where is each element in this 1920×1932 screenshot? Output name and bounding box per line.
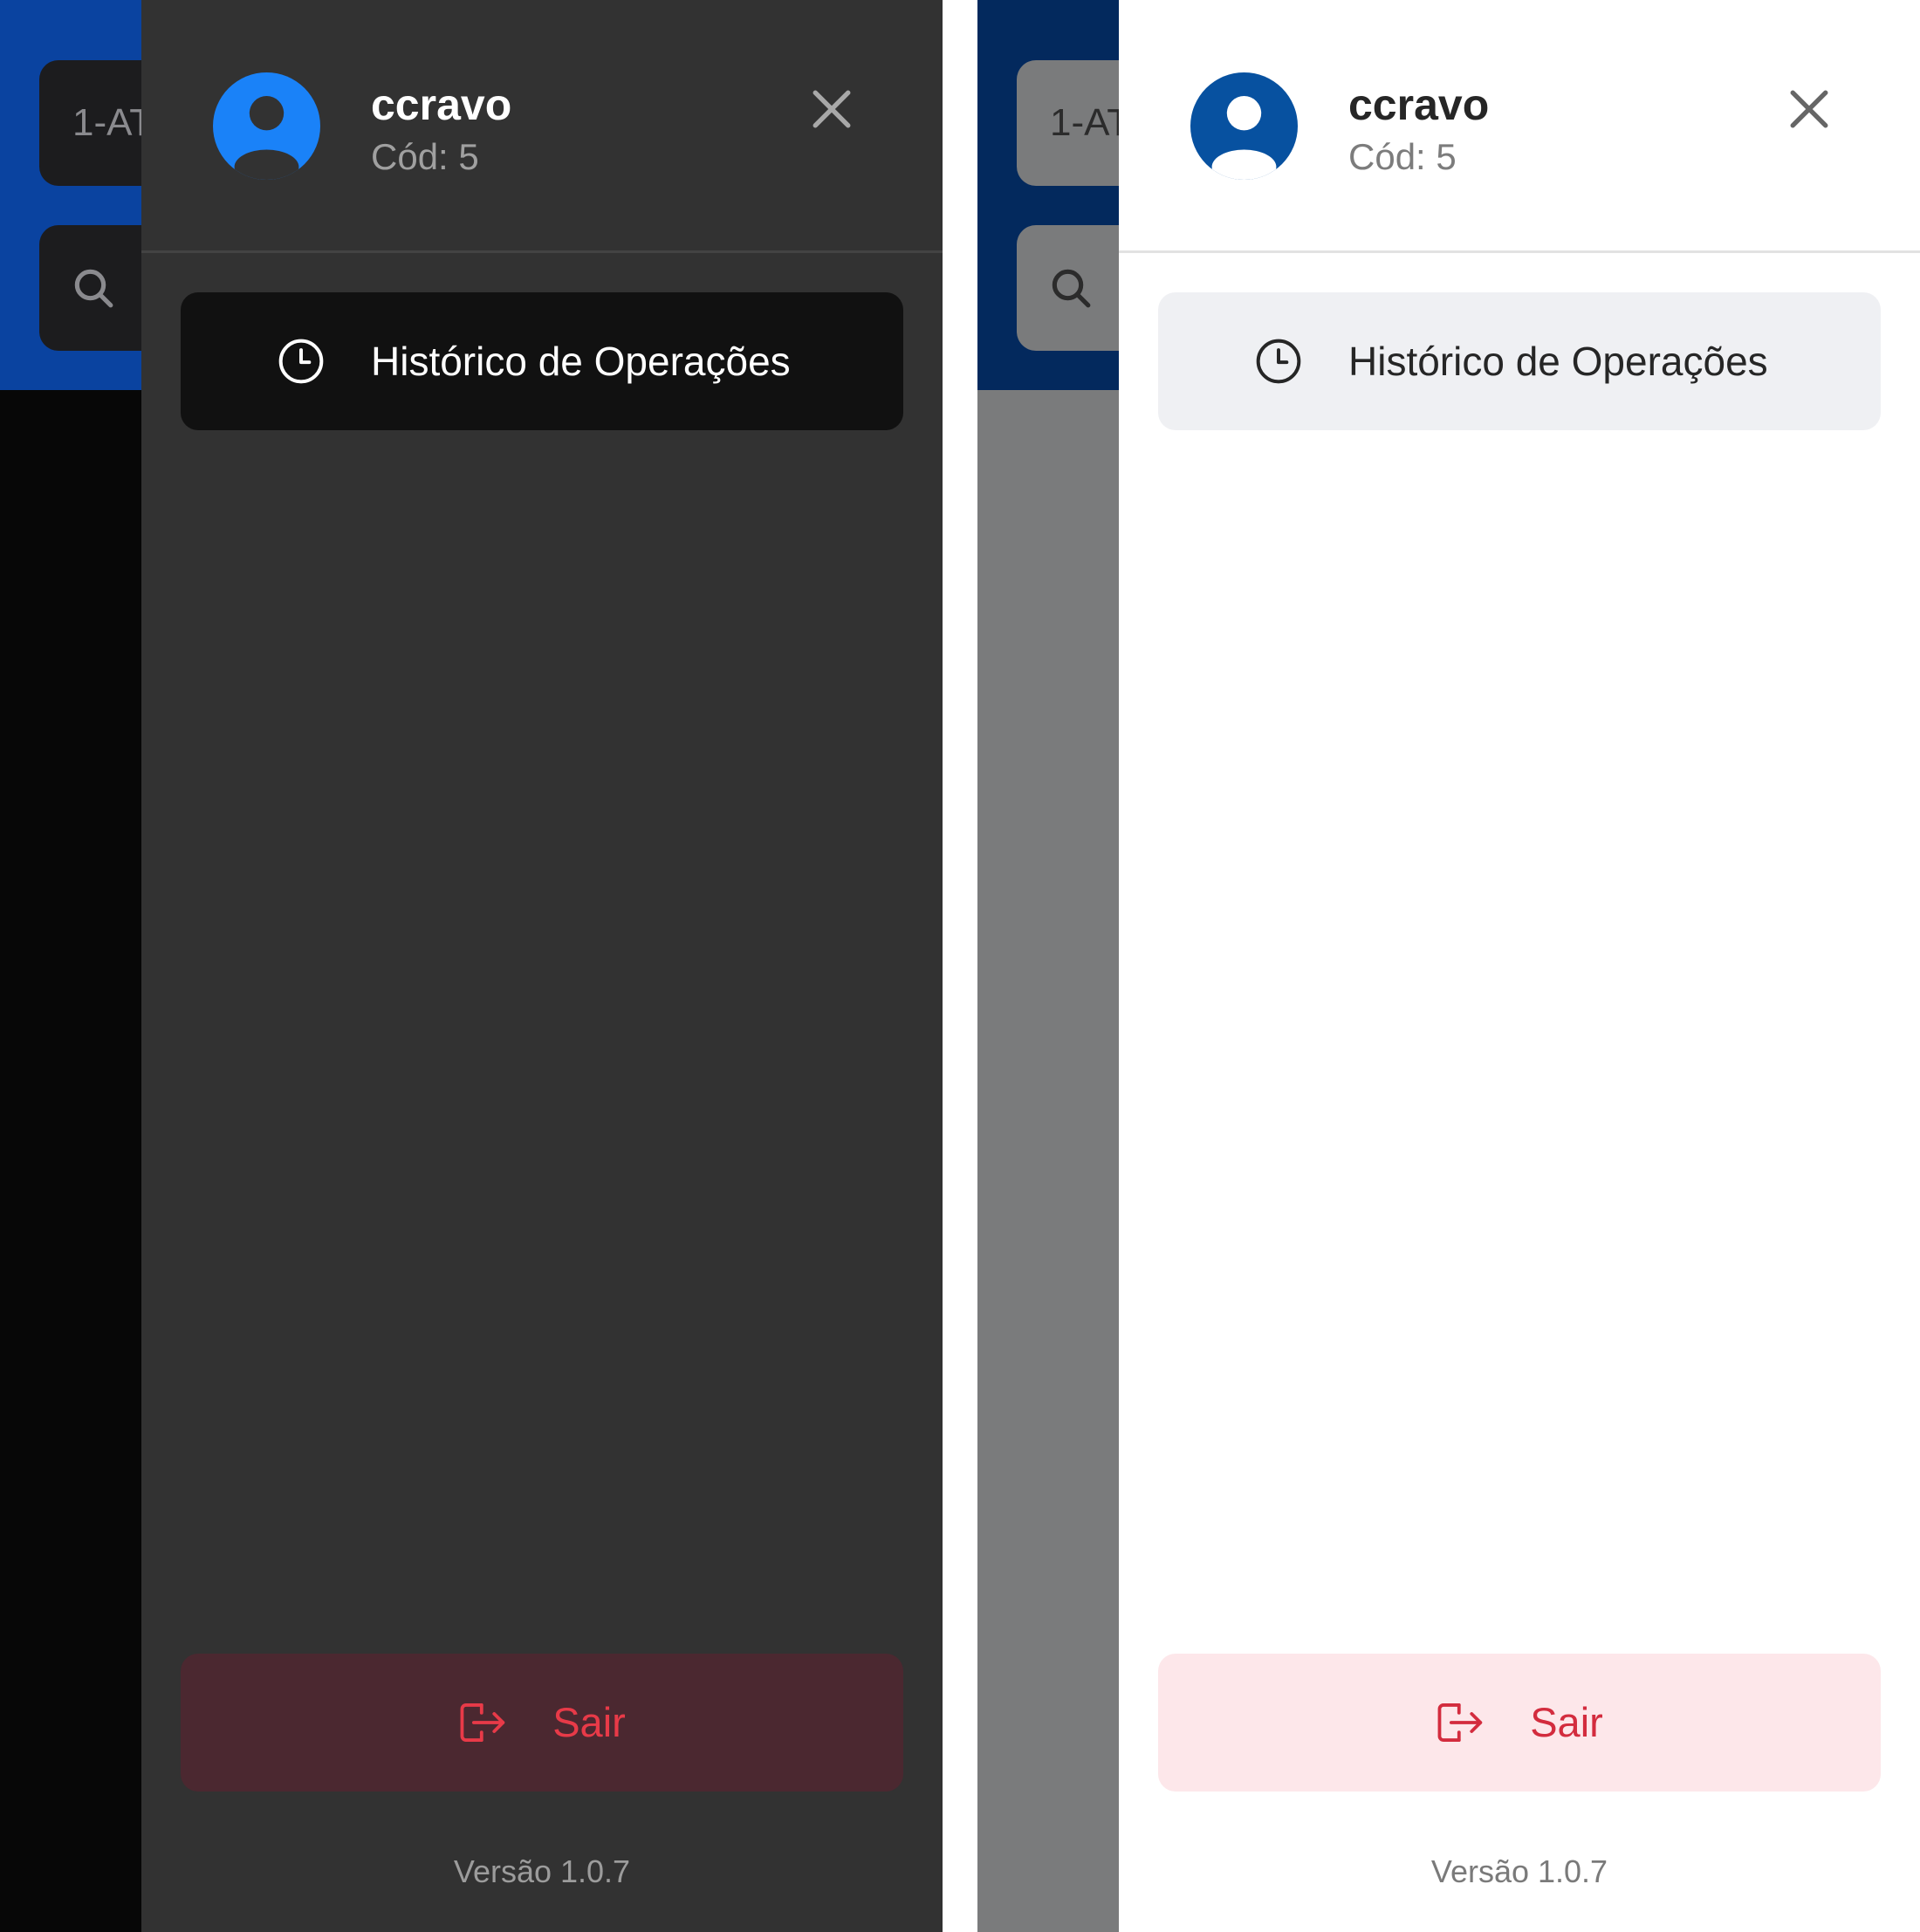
app-version: Versão 1.0.7 <box>1430 1853 1608 1889</box>
logout-button[interactable]: Sair <box>1158 1654 1881 1792</box>
close-icon <box>1790 90 1828 128</box>
user-code: Cód: 5 <box>1348 136 1457 177</box>
logout-icon <box>460 1703 505 1742</box>
logout-label: Sair <box>552 1699 626 1745</box>
side-drawer: ccravo Cód: 5 Histórico de Operações Sai… <box>1119 0 1920 1932</box>
menu-item-operation-history[interactable]: Histórico de Operações <box>181 292 903 430</box>
menu-item-label: Histórico de Operações <box>1348 339 1768 384</box>
user-name: ccravo <box>1348 80 1490 129</box>
menu-item-operation-history[interactable]: Histórico de Operações <box>1158 292 1881 430</box>
search-icon <box>74 269 113 308</box>
screen-dark-theme: 1-AT ccravo Cód: 5 Histórico de Operaçõe… <box>0 0 943 1932</box>
close-drawer-button[interactable] <box>1779 79 1840 140</box>
close-drawer-button[interactable] <box>801 79 862 140</box>
drawer-header: ccravo Cód: 5 <box>141 0 943 253</box>
drawer-header: ccravo Cód: 5 <box>1119 0 1920 253</box>
search-icon <box>1052 269 1091 308</box>
app-version: Versão 1.0.7 <box>453 1853 631 1889</box>
screen-light-theme: 1-AT ccravo Cód: 5 Histórico de Operaçõe… <box>977 0 1920 1932</box>
side-drawer: ccravo Cód: 5 Histórico de Operações Sai… <box>141 0 943 1932</box>
logout-button[interactable]: Sair <box>181 1654 903 1792</box>
user-avatar-icon <box>213 72 320 180</box>
user-avatar-icon <box>1190 72 1298 180</box>
clock-icon <box>1256 339 1301 384</box>
logout-label: Sair <box>1530 1699 1603 1745</box>
user-code: Cód: 5 <box>371 136 479 177</box>
logout-icon <box>1437 1703 1483 1742</box>
menu-item-label: Histórico de Operações <box>371 339 791 384</box>
user-name: ccravo <box>371 80 512 129</box>
clock-icon <box>278 339 324 384</box>
close-icon <box>813 90 851 128</box>
